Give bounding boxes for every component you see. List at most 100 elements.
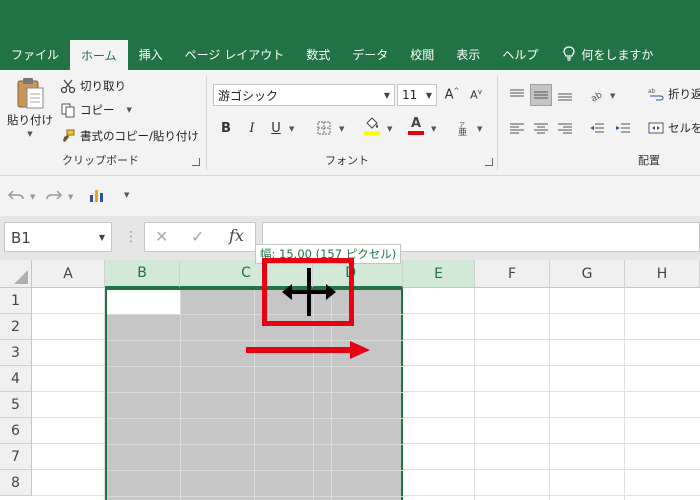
merge-center-button[interactable]: セルを bbox=[648, 120, 700, 136]
copy-button[interactable]: コピー ▼ bbox=[60, 102, 132, 118]
row-header-2[interactable]: 2 bbox=[0, 314, 32, 340]
gridline bbox=[107, 470, 403, 471]
lightbulb-icon bbox=[563, 46, 575, 61]
tab-view[interactable]: 表示 bbox=[445, 38, 491, 70]
format-painter-button[interactable]: 書式のコピー/貼り付け bbox=[60, 128, 199, 144]
cancel-icon[interactable]: ✕ bbox=[155, 227, 168, 246]
gridline bbox=[107, 366, 403, 367]
font-size-value: 11 bbox=[402, 88, 418, 102]
paste-button[interactable]: 貼り付け ▼ bbox=[7, 76, 53, 138]
font-color-button[interactable]: A bbox=[405, 115, 427, 137]
wrap-text-label: 折り返 bbox=[668, 87, 700, 101]
gridline bbox=[180, 290, 181, 500]
chevron-down-icon[interactable]: ▼ bbox=[431, 125, 436, 133]
align-bottom-icon bbox=[558, 93, 572, 101]
wrap-text-button[interactable]: ab 折り返 bbox=[648, 86, 700, 102]
font-launcher-icon[interactable] bbox=[485, 158, 493, 166]
row-header-7[interactable]: 7 bbox=[0, 444, 32, 470]
align-center-icon bbox=[534, 123, 548, 134]
chevron-down-icon: ▼ bbox=[27, 130, 33, 138]
cut-label: 切り取り bbox=[80, 79, 126, 93]
increase-indent-icon bbox=[616, 123, 630, 133]
cut-button[interactable]: 切り取り bbox=[60, 78, 126, 94]
align-bottom-button[interactable] bbox=[554, 84, 576, 106]
chevron-down-icon[interactable]: ▼ bbox=[68, 193, 73, 201]
clipboard-launcher-icon[interactable] bbox=[192, 158, 200, 166]
tab-file[interactable]: ファイル bbox=[0, 38, 70, 70]
italic-button[interactable]: I bbox=[241, 117, 263, 139]
tab-help[interactable]: ヘルプ bbox=[491, 38, 549, 70]
row-header-3[interactable]: 3 bbox=[0, 340, 32, 366]
svg-text:ab: ab bbox=[589, 90, 604, 102]
row-header-4[interactable]: 4 bbox=[0, 366, 32, 392]
underline-button[interactable]: U bbox=[265, 117, 287, 139]
font-name-select[interactable]: 游ゴシック ▼ bbox=[213, 84, 395, 106]
align-top-icon bbox=[510, 89, 524, 97]
increase-font-size-button[interactable]: A^ bbox=[441, 84, 463, 106]
gridline bbox=[254, 290, 255, 500]
tell-me-label: 何をしますか bbox=[581, 47, 654, 62]
align-right-button[interactable] bbox=[554, 117, 576, 139]
select-all-corner[interactable] bbox=[0, 260, 32, 288]
format-painter-label: 書式のコピー/貼り付け bbox=[80, 129, 199, 143]
font-size-select[interactable]: 11 ▼ bbox=[397, 84, 437, 106]
name-box[interactable]: B1 ▼ bbox=[4, 222, 112, 252]
fill-color-button[interactable] bbox=[361, 115, 383, 137]
column-header-f[interactable]: F bbox=[475, 260, 550, 288]
select-all-icon bbox=[14, 270, 28, 284]
align-left-button[interactable] bbox=[506, 117, 528, 139]
paint-bucket-icon bbox=[366, 117, 378, 129]
column-header-h[interactable]: H bbox=[625, 260, 700, 288]
tell-me-box[interactable]: 何をしますか bbox=[549, 38, 664, 70]
chevron-down-icon[interactable]: ▼ bbox=[30, 193, 35, 201]
row-header-5[interactable]: 5 bbox=[0, 392, 32, 418]
align-center-button[interactable] bbox=[530, 117, 552, 139]
quick-access-toolbar: ▼ ▼ ▼ bbox=[0, 176, 700, 216]
selected-range[interactable] bbox=[105, 288, 403, 500]
align-right-icon bbox=[558, 123, 572, 134]
phonetic-button[interactable]: ア 亜 bbox=[453, 117, 475, 139]
increase-indent-button[interactable] bbox=[612, 117, 634, 139]
insert-function-icon[interactable]: fx bbox=[229, 226, 244, 245]
ribbon-tabs: ファイル ホーム 挿入 ページ レイアウト 数式 データ 校閲 表示 ヘルプ 何… bbox=[0, 38, 700, 70]
chevron-down-icon[interactable]: ▼ bbox=[289, 125, 294, 133]
svg-text:ab: ab bbox=[648, 88, 656, 95]
orientation-button[interactable]: ab bbox=[586, 84, 608, 106]
row-header-1[interactable]: 1 bbox=[0, 288, 32, 314]
enter-icon[interactable]: ✓ bbox=[191, 227, 204, 246]
gridline bbox=[549, 288, 550, 500]
chevron-down-icon[interactable]: ▼ bbox=[339, 125, 344, 133]
undo-icon[interactable] bbox=[8, 188, 24, 202]
column-header-e[interactable]: E bbox=[403, 260, 475, 288]
tab-insert[interactable]: 挿入 bbox=[128, 38, 174, 70]
column-header-a[interactable]: A bbox=[32, 260, 105, 288]
align-top-button[interactable] bbox=[506, 84, 528, 106]
tab-page-layout[interactable]: ページ レイアウト bbox=[174, 38, 296, 70]
orientation-icon: ab bbox=[589, 90, 604, 102]
chevron-down-icon[interactable]: ▼ bbox=[387, 125, 392, 133]
decrease-font-icon: Av bbox=[470, 88, 482, 102]
redo-icon[interactable] bbox=[46, 188, 62, 202]
chevron-down-icon[interactable]: ▼ bbox=[477, 125, 482, 133]
tab-formulas[interactable]: 数式 bbox=[295, 38, 341, 70]
column-header-g[interactable]: G bbox=[550, 260, 625, 288]
tab-home[interactable]: ホーム bbox=[70, 40, 128, 70]
increase-font-icon: A^ bbox=[444, 87, 460, 103]
bar-chart-icon[interactable] bbox=[88, 187, 104, 203]
row-header-8[interactable]: 8 bbox=[0, 470, 32, 496]
borders-button[interactable] bbox=[313, 117, 335, 139]
decrease-indent-button[interactable] bbox=[586, 117, 608, 139]
tab-review[interactable]: 校閲 bbox=[399, 38, 445, 70]
decrease-font-size-button[interactable]: Av bbox=[465, 84, 487, 106]
active-cell-b1[interactable] bbox=[107, 290, 180, 314]
row-header-6[interactable]: 6 bbox=[0, 418, 32, 444]
font-color-swatch bbox=[408, 131, 424, 135]
chevron-down-icon[interactable]: ▼ bbox=[610, 92, 615, 100]
bold-button[interactable]: B bbox=[215, 117, 237, 139]
column-header-b[interactable]: B bbox=[105, 260, 180, 288]
align-middle-button[interactable] bbox=[530, 84, 552, 106]
splitter-handle[interactable]: ⋮ bbox=[124, 229, 138, 245]
customize-qat-icon[interactable]: ▼ bbox=[124, 191, 129, 199]
tab-data[interactable]: データ bbox=[341, 38, 399, 70]
alignment-group-label: 配置 bbox=[638, 154, 660, 167]
